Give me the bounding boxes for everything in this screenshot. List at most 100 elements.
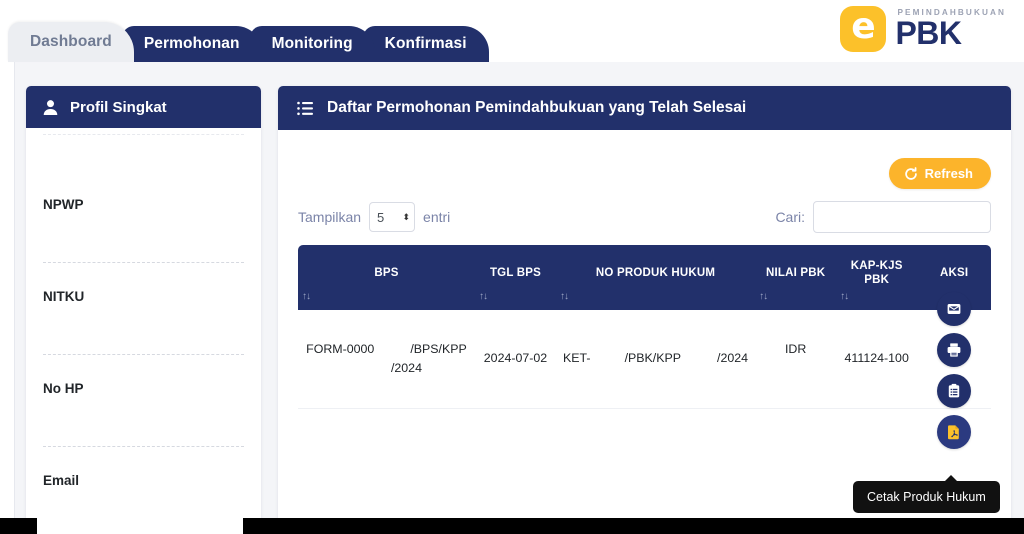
redaction-block — [350, 359, 391, 378]
epbk-logo-mark-icon: e — [840, 6, 887, 52]
length-menu-prefix: Tampilkan — [298, 209, 362, 225]
col-header-no-produk-hukum[interactable]: NO PRODUK HUKUM ↑↓ — [556, 245, 756, 310]
user-icon — [43, 99, 58, 115]
table-header-row: BPS ↑↓ TGL BPS ↑↓ NO PRODUK HUKUM ↑↓ NIL… — [298, 245, 991, 310]
cell-tgl-bps: 2024-07-02 — [474, 309, 557, 409]
permohonan-selesai-card: Daftar Permohonan Pemindahbukuan yang Te… — [278, 86, 1011, 534]
main-card-header: Daftar Permohonan Pemindahbukuan yang Te… — [278, 86, 1011, 130]
profile-card-header: Profil Singkat — [26, 86, 261, 128]
table-controls: Tampilkan 5 ⬍ entri Cari: — [298, 193, 991, 245]
pdf-file-icon — [948, 425, 959, 440]
cell-nph-year: /2024 — [717, 351, 749, 366]
profile-field-nitku: NITKU — [43, 263, 244, 355]
cell-bps-prefix: FORM-0000 — [306, 341, 375, 356]
top-navigation-bar: Dashboard Permohonan Monitoring Konfirma… — [0, 0, 1024, 62]
search-control: Cari: — [775, 201, 991, 233]
logo-name: PBK — [895, 15, 962, 52]
kirim-email-button[interactable] — [937, 291, 972, 326]
redaction-block — [374, 340, 411, 359]
redaction-block — [590, 349, 625, 369]
profile-field-email: Email — [43, 447, 244, 534]
main-card-body: Refresh Tampilkan 5 ⬍ entri Cari: BPS ↑↓… — [278, 130, 1011, 449]
refresh-row: Refresh — [298, 144, 991, 193]
main-tab-bar: Dashboard Permohonan Monitoring Konfirma… — [8, 22, 489, 62]
cell-nilai-pbk: IDR — [755, 309, 837, 409]
profile-label-email: Email — [43, 473, 80, 488]
col-header-bps[interactable]: BPS ↑↓ — [298, 245, 475, 310]
redaction-block — [681, 349, 718, 369]
profile-label-nohp: No HP — [43, 381, 84, 396]
printer-icon — [947, 343, 961, 357]
action-button-stack — [937, 291, 972, 449]
page-body: Profil Singkat NPWP NITKU No HP Email Da… — [0, 62, 1024, 534]
sort-icon-kap-kjs-pbk[interactable]: ↑↓ — [840, 291, 849, 304]
col-header-no-produk-hukum-label: NO PRODUK HUKUM — [595, 267, 716, 280]
tab-dashboard-label: Dashboard — [30, 33, 112, 50]
sort-icon-nilai-pbk[interactable]: ↑↓ — [759, 291, 768, 304]
list-icon — [297, 101, 313, 115]
updown-caret-icon: ⬍ — [402, 211, 411, 222]
clipboard-icon — [948, 383, 960, 398]
logo-wordmark: PEMINDAHBUKUAN PBK — [895, 8, 1006, 52]
refresh-button-label: Refresh — [924, 166, 973, 181]
col-header-kap-kjs-pbk-label: KAP-KJS PBK — [850, 260, 903, 287]
profile-card-title: Profil Singkat — [70, 98, 167, 116]
action-tooltip: Cetak Produk Hukum — [853, 475, 1000, 513]
cell-nph-mid: /PBK/KPP — [624, 351, 682, 366]
cell-no-produk-hukum: KET- /PBK/KPP /2024 — [556, 309, 756, 409]
permohonan-table: BPS ↑↓ TGL BPS ↑↓ NO PRODUK HUKUM ↑↓ NIL… — [298, 245, 991, 449]
entries-per-page-value: 5 — [377, 209, 385, 225]
search-label: Cari: — [775, 209, 805, 225]
profile-field-npwp: NPWP — [43, 134, 244, 263]
search-input[interactable] — [813, 201, 991, 233]
length-menu-suffix: entri — [423, 209, 451, 225]
table-body: FORM-0000 /BPS/KPP /2024 2024-07-02 KET-… — [298, 291, 991, 449]
col-header-aksi-label: AKSI — [939, 267, 969, 280]
sort-icon-no-produk-hukum[interactable]: ↑↓ — [560, 291, 569, 304]
cell-kap-kjs-pbk: 411124-100 — [836, 309, 918, 409]
col-header-tgl-bps[interactable]: TGL BPS ↑↓ — [474, 245, 557, 310]
tab-konfirmasi[interactable]: Konfirmasi — [362, 26, 489, 62]
table-header: BPS ↑↓ TGL BPS ↑↓ NO PRODUK HUKUM ↑↓ NIL… — [298, 245, 991, 310]
bottom-crop-bar-left — [0, 518, 37, 534]
entries-per-page-select[interactable]: 5 ⬍ — [369, 202, 416, 232]
cell-bps-mid: /BPS/KPP — [410, 341, 467, 356]
tab-monitoring-label: Monitoring — [271, 35, 353, 52]
cell-bps: FORM-0000 /BPS/KPP /2024 — [298, 309, 475, 409]
col-header-nilai-pbk-label: NILAI PBK — [765, 267, 826, 280]
length-menu: Tampilkan 5 ⬍ entri — [298, 202, 450, 232]
cetak-produk-hukum-button[interactable] — [937, 414, 972, 449]
tab-permohonan[interactable]: Permohonan — [121, 26, 262, 62]
profile-value-npwp — [43, 228, 244, 238]
cell-aksi — [917, 291, 991, 449]
detail-button[interactable] — [937, 373, 972, 408]
sort-icon-tgl-bps[interactable]: ↑↓ — [479, 291, 488, 304]
profile-value-nitku — [43, 320, 244, 330]
content-area: Profil Singkat NPWP NITKU No HP Email Da… — [14, 62, 1024, 534]
profile-field-list: NPWP NITKU No HP Email — [26, 128, 261, 534]
col-header-tgl-bps-label: TGL BPS — [489, 267, 541, 280]
app-logo[interactable]: e PEMINDAHBUKUAN PBK — [840, 6, 1006, 52]
sort-icon-bps[interactable]: ↑↓ — [302, 291, 311, 304]
profile-label-nitku: NITKU — [43, 289, 85, 304]
col-header-nilai-pbk[interactable]: NILAI PBK ↑↓ — [755, 245, 837, 310]
profile-value-nohp — [43, 412, 244, 422]
envelope-icon — [947, 303, 961, 314]
tab-dashboard[interactable]: Dashboard — [8, 22, 134, 62]
tab-monitoring[interactable]: Monitoring — [249, 26, 375, 62]
refresh-icon — [904, 166, 917, 180]
refresh-button[interactable]: Refresh — [888, 158, 991, 189]
profile-card: Profil Singkat NPWP NITKU No HP Email — [26, 86, 261, 534]
cell-nilai-pbk-currency: IDR — [784, 342, 807, 357]
col-header-kap-kjs-pbk[interactable]: KAP-KJS PBK ↑↓ — [836, 245, 918, 310]
logo-letter-e: e — [851, 6, 876, 47]
tab-konfirmasi-label: Konfirmasi — [384, 35, 467, 52]
col-header-bps-label: BPS — [374, 267, 399, 280]
table-row: FORM-0000 /BPS/KPP /2024 2024-07-02 KET-… — [298, 291, 991, 449]
profile-value-email — [43, 504, 244, 514]
profile-field-nohp: No HP — [43, 355, 244, 447]
bottom-crop-bar-right — [243, 518, 1024, 534]
redaction-block — [764, 360, 827, 377]
tab-permohonan-label: Permohonan — [143, 35, 240, 52]
cetak-bps-button[interactable] — [937, 332, 972, 367]
